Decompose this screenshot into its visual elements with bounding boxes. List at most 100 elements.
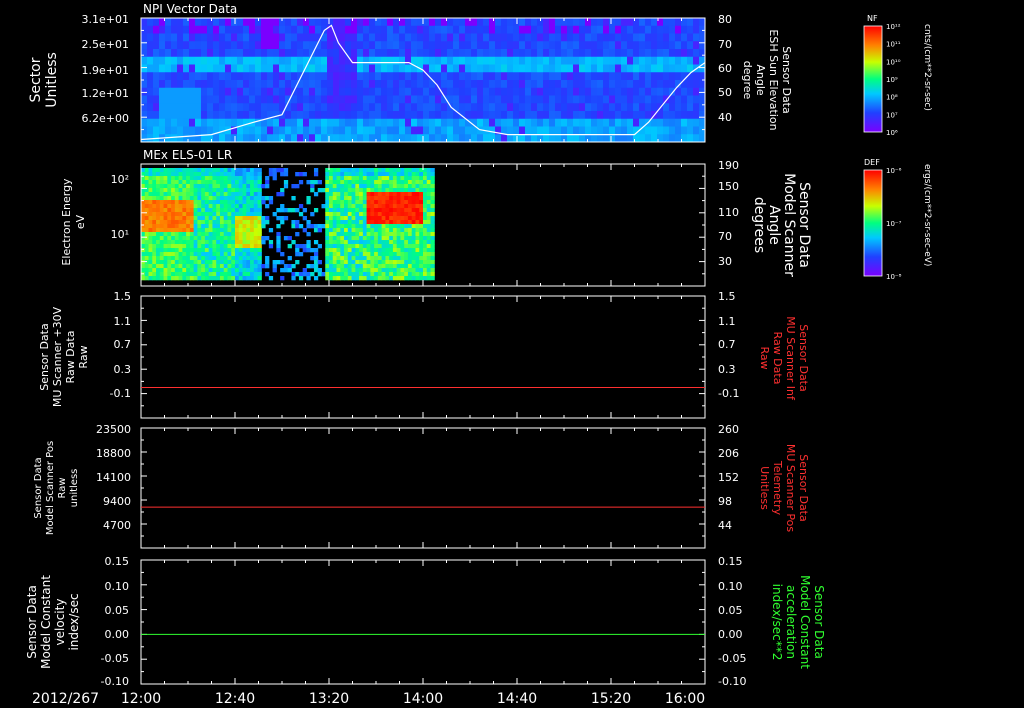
heatmap-cell	[227, 224, 232, 229]
heatmap-cell	[359, 256, 364, 261]
heatmap-cell	[195, 49, 202, 58]
heatmap-cell	[419, 188, 424, 193]
heatmap-cell	[265, 220, 270, 225]
scanner-raw-ticks	[140, 295, 706, 419]
heatmap-cell	[291, 95, 298, 104]
heatmap-cell	[165, 111, 172, 120]
heatmap-cell	[411, 264, 416, 269]
heatmap-cell	[489, 87, 496, 96]
heatmap-cell	[459, 80, 466, 89]
heatmap-cell	[419, 196, 424, 201]
heatmap-cell	[519, 33, 526, 42]
heatmap-cell	[246, 232, 251, 237]
heatmap-cell	[543, 64, 550, 73]
heatmap-cell	[159, 168, 165, 173]
heatmap-cell	[357, 49, 364, 58]
heatmap-cell	[163, 220, 168, 225]
heatmap-cell	[351, 80, 358, 89]
heatmap-cell	[357, 25, 364, 34]
heatmap-cell	[381, 87, 388, 96]
heatmap-cell	[351, 64, 358, 73]
heatmap-cell	[285, 87, 292, 96]
els-spectrogram	[141, 168, 435, 281]
heatmap-cell	[417, 56, 424, 65]
heatmap-cell	[363, 72, 370, 81]
heatmap-cell	[243, 18, 250, 27]
heatmap-cell	[235, 236, 240, 241]
tick-label: 14100	[96, 471, 131, 484]
heatmap-cell	[415, 200, 420, 205]
heatmap-cell	[381, 236, 386, 241]
heatmap-cell	[404, 216, 409, 221]
heatmap-cell	[156, 220, 161, 225]
heatmap-cell	[459, 103, 466, 112]
heatmap-cell	[208, 236, 213, 241]
heatmap-cell	[178, 264, 183, 269]
heatmap-cell	[219, 41, 226, 50]
heatmap-cell	[404, 192, 409, 197]
heatmap-cell	[651, 41, 658, 50]
heatmap-cell	[193, 212, 198, 217]
heatmap-cell	[693, 18, 700, 27]
velocity-ticks	[140, 559, 706, 685]
heatmap-cell	[579, 64, 586, 73]
heatmap-cell	[178, 204, 183, 209]
heatmap-cell	[174, 264, 180, 269]
heatmap-cell	[407, 240, 413, 245]
heatmap-cell	[147, 18, 154, 27]
heatmap-cell	[366, 232, 371, 237]
heatmap-cell	[423, 18, 430, 27]
heatmap-cell	[651, 95, 658, 104]
heatmap-cell	[174, 200, 180, 205]
heatmap-cell	[174, 184, 180, 189]
heatmap-cell	[621, 25, 628, 34]
heatmap-cell	[543, 25, 550, 34]
heatmap-cell	[219, 236, 225, 241]
heatmap-cell	[223, 212, 228, 217]
heatmap-cell	[370, 200, 375, 205]
heatmap-cell	[393, 95, 400, 104]
heatmap-cell	[370, 232, 375, 237]
heatmap-cell	[370, 260, 375, 265]
heatmap-cell	[212, 184, 217, 189]
heatmap-cell	[195, 18, 202, 27]
heatmap-cell	[344, 248, 349, 253]
heatmap-cell	[156, 200, 161, 205]
heatmap-cell	[549, 41, 556, 50]
heatmap-cell	[238, 224, 244, 229]
heatmap-cell	[362, 244, 368, 249]
heatmap-cell	[225, 72, 232, 81]
heatmap-cell	[549, 64, 556, 73]
heatmap-cell	[144, 228, 150, 233]
heatmap-cell	[507, 18, 514, 27]
heatmap-cell	[208, 208, 213, 213]
heatmap-cell	[651, 72, 658, 81]
heatmap-cell	[381, 276, 386, 281]
panel-scanner-raw-frame	[140, 295, 706, 419]
heatmap-cell	[257, 240, 262, 245]
heatmap-cell	[329, 176, 334, 181]
heatmap-cell	[291, 220, 296, 225]
heatmap-cell	[291, 103, 298, 112]
heatmap-cell	[419, 272, 424, 277]
heatmap-cell	[197, 276, 202, 281]
heatmap-cell	[227, 244, 232, 249]
heatmap-cell	[231, 216, 236, 221]
heatmap-cell	[167, 240, 172, 245]
heatmap-cell	[441, 118, 448, 127]
heatmap-cell	[189, 232, 195, 237]
heatmap-cell	[407, 176, 413, 181]
heatmap-cell	[389, 196, 394, 201]
heatmap-cell	[513, 49, 520, 58]
heatmap-cell	[332, 212, 338, 217]
heatmap-cell	[579, 72, 586, 81]
heatmap-cell	[370, 244, 375, 249]
heatmap-cell	[362, 180, 368, 185]
heatmap-cell	[381, 25, 388, 34]
colorbar-tick-label: 10⁹	[886, 76, 898, 84]
heatmap-cell	[273, 64, 280, 73]
heatmap-cell	[351, 176, 356, 181]
heatmap-cell	[317, 260, 322, 265]
heatmap-cell	[435, 33, 442, 42]
heatmap-cell	[238, 212, 244, 217]
